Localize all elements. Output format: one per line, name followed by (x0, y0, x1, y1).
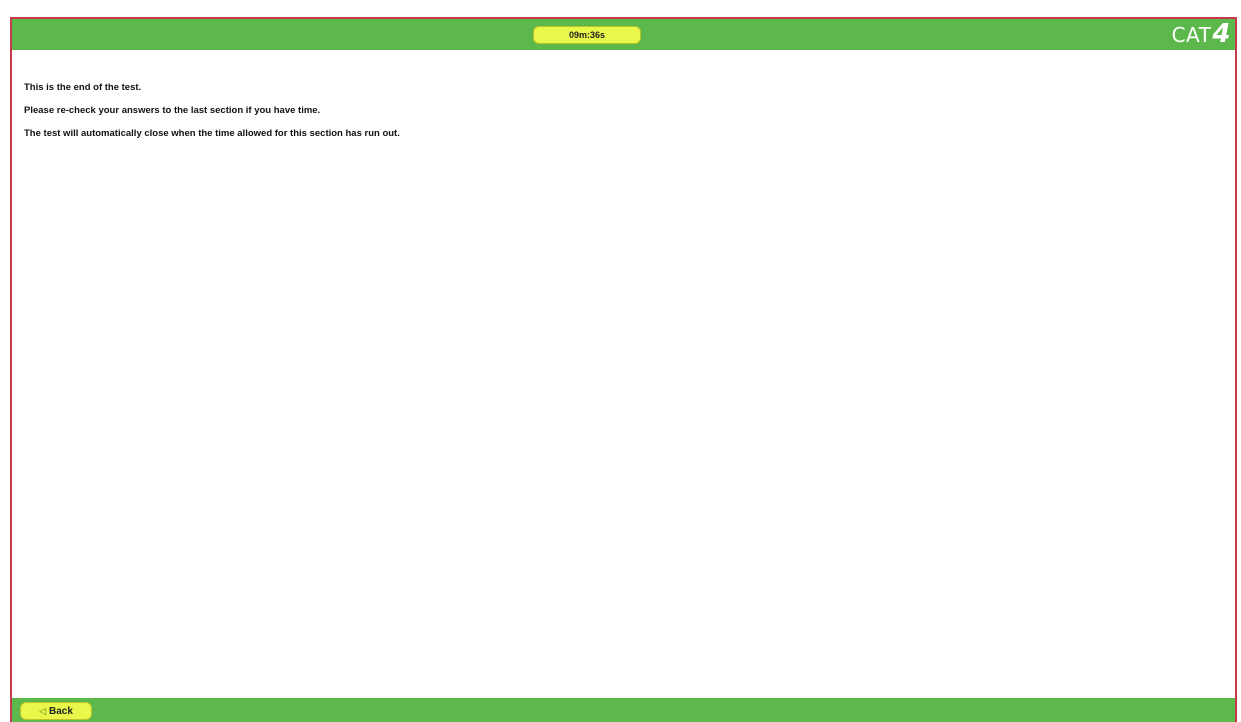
back-button[interactable]: ◁ Back (20, 702, 92, 720)
back-button-label: Back (49, 705, 73, 717)
arrow-left-icon: ◁ (39, 705, 46, 716)
top-bar: 09m:36s CAT 4 (12, 19, 1235, 50)
message-line-1: This is the end of the test. (24, 82, 142, 93)
message-line-3: The test will automatically close when t… (24, 128, 400, 139)
logo-text: CAT (1171, 23, 1212, 47)
countdown-timer: 09m:36s (533, 26, 641, 44)
message-line-2: Please re-check your answers to the last… (24, 105, 321, 116)
logo-number: 4 (1212, 19, 1231, 49)
cat4-logo: CAT 4 (1172, 21, 1231, 47)
test-window: 09m:36s CAT 4 This is the end of the test… (10, 17, 1237, 722)
end-of-test-message: This is the end of the test. Please re-c… (24, 82, 400, 151)
bottom-bar: ◁ Back (12, 698, 1235, 722)
